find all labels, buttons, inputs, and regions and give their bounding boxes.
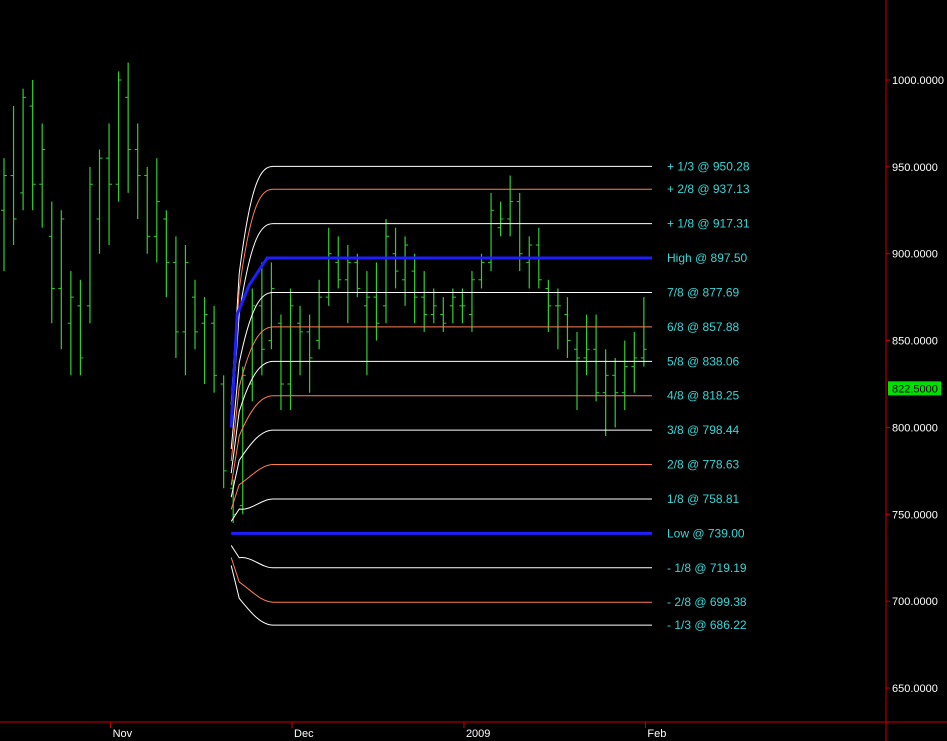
x-tick-label: Feb	[647, 728, 666, 740]
level-label: + 2/8 @ 937.13	[667, 182, 750, 196]
level-label: Low @ 739.00	[667, 526, 745, 540]
level-label: 1/8 @ 758.81	[667, 492, 740, 506]
chart-canvas: + 1/3 @ 950.28 + 2/8 @ 937.13 + 1/8 @ 917.…	[0, 0, 947, 741]
level-label: 2/8 @ 778.63	[667, 458, 740, 472]
y-tick-label: 950.0000	[892, 162, 938, 174]
level-label: - 2/8 @ 699.38	[667, 595, 747, 609]
level-label: + 1/3 @ 950.28	[667, 159, 750, 173]
level-label: 3/8 @ 798.44	[667, 423, 740, 437]
y-tick-label: 850.0000	[892, 336, 938, 348]
level-labels: + 1/3 @ 950.28 + 2/8 @ 937.13 + 1/8 @ 917.…	[667, 159, 750, 632]
level-label: 7/8 @ 877.69	[667, 285, 740, 299]
level-label: - 1/8 @ 719.19	[667, 561, 747, 575]
y-tick-label: 750.0000	[892, 509, 938, 521]
x-tick-label: Dec	[294, 728, 314, 740]
x-tick-label: 2009	[466, 728, 490, 740]
level-label: + 1/8 @ 917.31	[667, 217, 750, 231]
level-label: 5/8 @ 838.06	[667, 354, 740, 368]
level-label: High @ 897.50	[667, 251, 748, 265]
current-price-tag: 822.5000	[888, 381, 941, 396]
x-tick-label: Nov	[113, 728, 133, 740]
level-label: - 1/3 @ 686.22	[667, 618, 747, 632]
y-tick-label: 800.0000	[892, 422, 938, 434]
price-tag-label: 822.5000	[892, 383, 938, 395]
y-tick-label: 900.0000	[892, 249, 938, 261]
plot-background	[0, 0, 947, 741]
y-tick-label: 700.0000	[892, 596, 938, 608]
y-tick-label: 1000.0000	[892, 75, 944, 87]
y-tick-label: 650.0000	[892, 683, 938, 695]
level-label: 6/8 @ 857.88	[667, 320, 740, 334]
level-label: 4/8 @ 818.25	[667, 389, 740, 403]
